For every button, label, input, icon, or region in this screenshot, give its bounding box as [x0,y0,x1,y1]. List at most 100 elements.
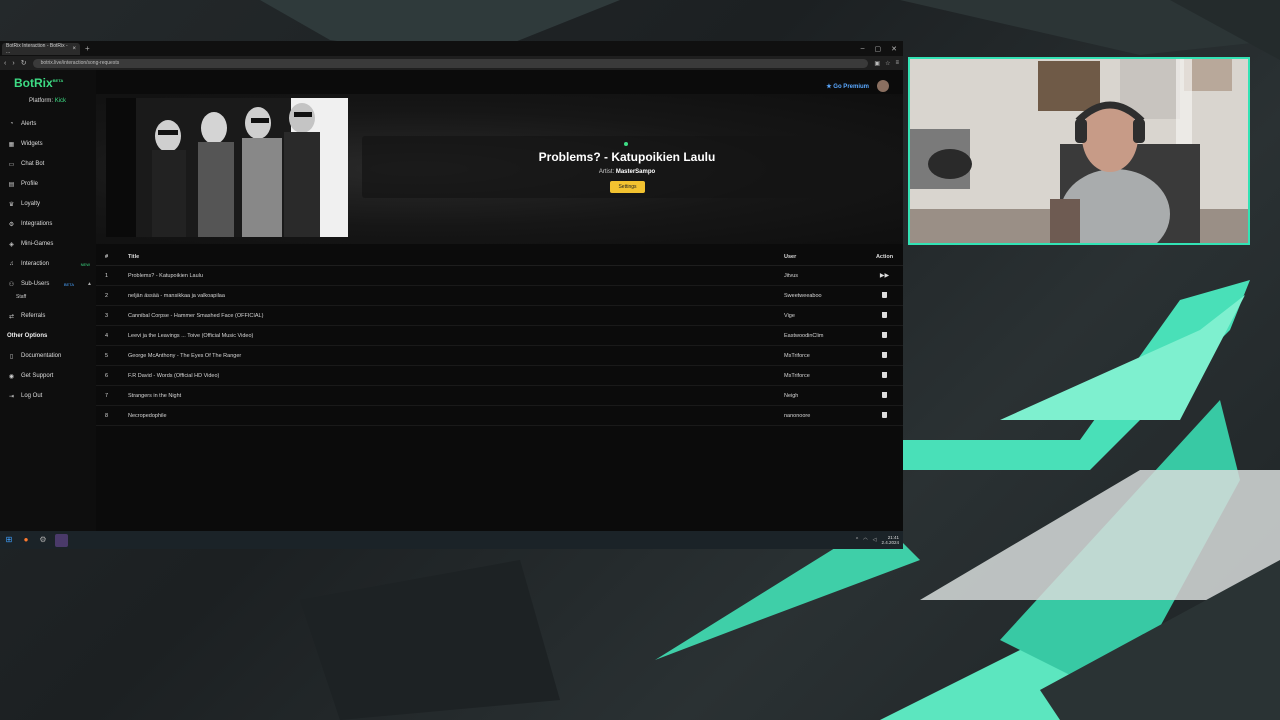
row-num: 3 [105,312,109,319]
logo-text: BotRix [14,76,53,90]
taskbar-clock[interactable]: 21:41 2.4.2024 [881,535,899,545]
row-title: George McAnthony - The Eyes Of The Range… [128,352,242,359]
sidebar-item-label: Integrations [21,221,53,227]
bookmark-star-icon[interactable]: ☆ [885,60,890,67]
main-content: ★ Go Premium Problems? - Katupoikien Lau… [96,70,903,531]
sidebar-nav: ◔ Alerts ▦ Widgets ▭ Chat Bot ▤ Profile ♛ Loy… [0,114,96,406]
network-icon[interactable]: ◠ [863,537,867,543]
back-icon[interactable]: ‹ [4,60,6,67]
sidebar-item-widgets[interactable]: ▦ Widgets [0,134,96,154]
sidebar-item-alerts[interactable]: ◔ Alerts [0,114,96,134]
go-premium-button[interactable]: ★ Go Premium [826,83,869,90]
delete-icon[interactable] [866,391,903,400]
row-title: Cannibal Corpse - Hammer Smashed Face (O… [128,312,264,319]
logout-icon: ⇥ [8,393,15,400]
platform-label: Platform: [29,98,54,104]
tab-close-icon[interactable]: × [72,46,76,52]
close-window-button[interactable]: ✕ [891,45,897,53]
row-user: Neigh [784,392,799,399]
delete-icon[interactable] [866,371,903,380]
sidebar-item-get-support[interactable]: ◉ Get Support [0,366,96,386]
table-header: # Title User Action [96,248,903,266]
webcam-feed [908,57,1250,245]
sidebar-item-label: Profile [21,181,39,187]
row-user: MsTriforce [784,352,810,359]
sidebar-item-label: Documentation [21,353,62,359]
widget-icon: ▦ [8,141,15,148]
browser-window: BotRix Interaction - BotRix - ... × + – … [0,41,903,531]
new-tab-button[interactable]: + [85,44,90,53]
delete-icon[interactable] [866,411,903,420]
volume-icon[interactable]: ◁ [873,537,877,543]
platform-indicator: Platform: Kick [29,98,66,104]
sidebar-item-mini-games[interactable]: ◈ Mini-Games [0,234,96,254]
tab-title: BotRix Interaction - BotRix - ... [6,42,68,55]
now-playing-card: Problems? - Katupoikien Laulu Artist: Ma… [362,136,892,198]
avatar[interactable] [877,80,889,92]
sidebar-item-referrals[interactable]: ⇄ Referrals [0,306,96,326]
other-options-heading: Other Options [7,333,48,339]
row-num: 5 [105,352,109,359]
sidebar-item-integrations[interactable]: ⚙ Integrations [0,214,96,234]
row-user: Jitvus [784,272,799,279]
reload-icon[interactable]: ↻ [21,59,27,67]
row-num: 7 [105,392,109,399]
sidebar-item-label: Sub-Users [21,281,50,287]
sidebar-item-label: Widgets [21,141,43,147]
sidebar-item-log-out[interactable]: ⇥ Log Out [0,386,96,406]
sidebar-item-loyalty[interactable]: ♛ Loyalty [0,194,96,214]
delete-icon[interactable] [866,351,903,360]
row-title: Strangers in the Night [128,392,182,399]
row-title: neljän ässää - mansikkaa ja valkoapilaa [128,292,225,299]
artist-label: Artist: [598,169,615,175]
obs-app-icon[interactable] [55,533,68,547]
row-title: F.R David - Words (Official HD Video) [128,372,220,379]
sidebar-item-label: Chat Bot [21,161,45,167]
botrix-logo[interactable]: BotRixBETA [14,76,63,90]
sidebar-item-chat-bot[interactable]: ▭ Chat Bot [0,154,96,174]
plug-icon: ⚙ [8,221,15,228]
sidebar-subitem-staff[interactable]: Staff [0,294,96,306]
address-bar: ‹ › ↻ botrix.live/interaction/song-reque… [0,56,903,70]
sidebar-item-documentation[interactable]: ▯ Documentation [0,346,96,366]
tab-bar: BotRix Interaction - BotRix - ... × + – … [0,41,903,56]
settings-button[interactable]: Settings [610,181,645,193]
beta-badge: BETA [63,281,74,287]
table-row: 7 Strangers in the Night Neigh [96,386,903,406]
referral-icon: ⇄ [8,313,15,320]
extension-icon[interactable]: ▣ [874,60,880,67]
col-header-action: Action [875,253,894,260]
sidebar-item-label: Get Support [21,373,54,379]
delete-icon[interactable] [866,311,903,320]
taskbar: ⊞ ● ⚙ ^ ◠ ◁ 21:41 2.4.2024 [0,531,903,549]
sidebar-item-label: Referrals [21,313,46,319]
browser-tab[interactable]: BotRix Interaction - BotRix - ... × [2,42,80,55]
delete-icon[interactable] [866,331,903,340]
sidebar-item-profile[interactable]: ▤ Profile [0,174,96,194]
delete-icon[interactable] [866,291,903,300]
row-title: Necropedophile [128,412,167,419]
tray-chevron-icon[interactable]: ^ [856,537,858,543]
table-row: 3 Cannibal Corpse - Hammer Smashed Face … [96,306,903,326]
chevron-up-icon[interactable]: ▲ [87,281,92,287]
row-user: nanonoore [784,412,811,419]
sidebar-item-sub-users[interactable]: ⚇ Sub-Users BETA ▲ [0,274,96,294]
menu-icon[interactable]: ≡ [895,60,899,67]
minimize-button[interactable]: – [861,45,865,53]
windows-start-icon[interactable]: ⊞ [4,535,14,545]
skip-icon[interactable]: ▶▶ [866,272,903,279]
forward-icon[interactable]: › [12,60,14,67]
settings-gear-icon[interactable]: ⚙ [38,535,48,545]
live-indicator [624,142,628,146]
table-row: 6 F.R David - Words (Official HD Video) … [96,366,903,386]
row-num: 6 [105,372,109,379]
sidebar-item-interaction[interactable]: ♫ Interaction NEW [0,254,96,274]
table-row: 5 George McAnthony - The Eyes Of The Ran… [96,346,903,366]
maximize-button[interactable]: ▢ [875,45,882,53]
artist-name: MasterSampo [615,169,656,175]
col-header-num: # [105,253,109,260]
table-row: 2 neljän ässää - mansikkaa ja valkoapila… [96,286,903,306]
row-num: 2 [105,292,109,299]
firefox-icon[interactable]: ● [21,535,31,545]
url-input[interactable]: botrix.live/interaction/song-requests [32,58,869,68]
